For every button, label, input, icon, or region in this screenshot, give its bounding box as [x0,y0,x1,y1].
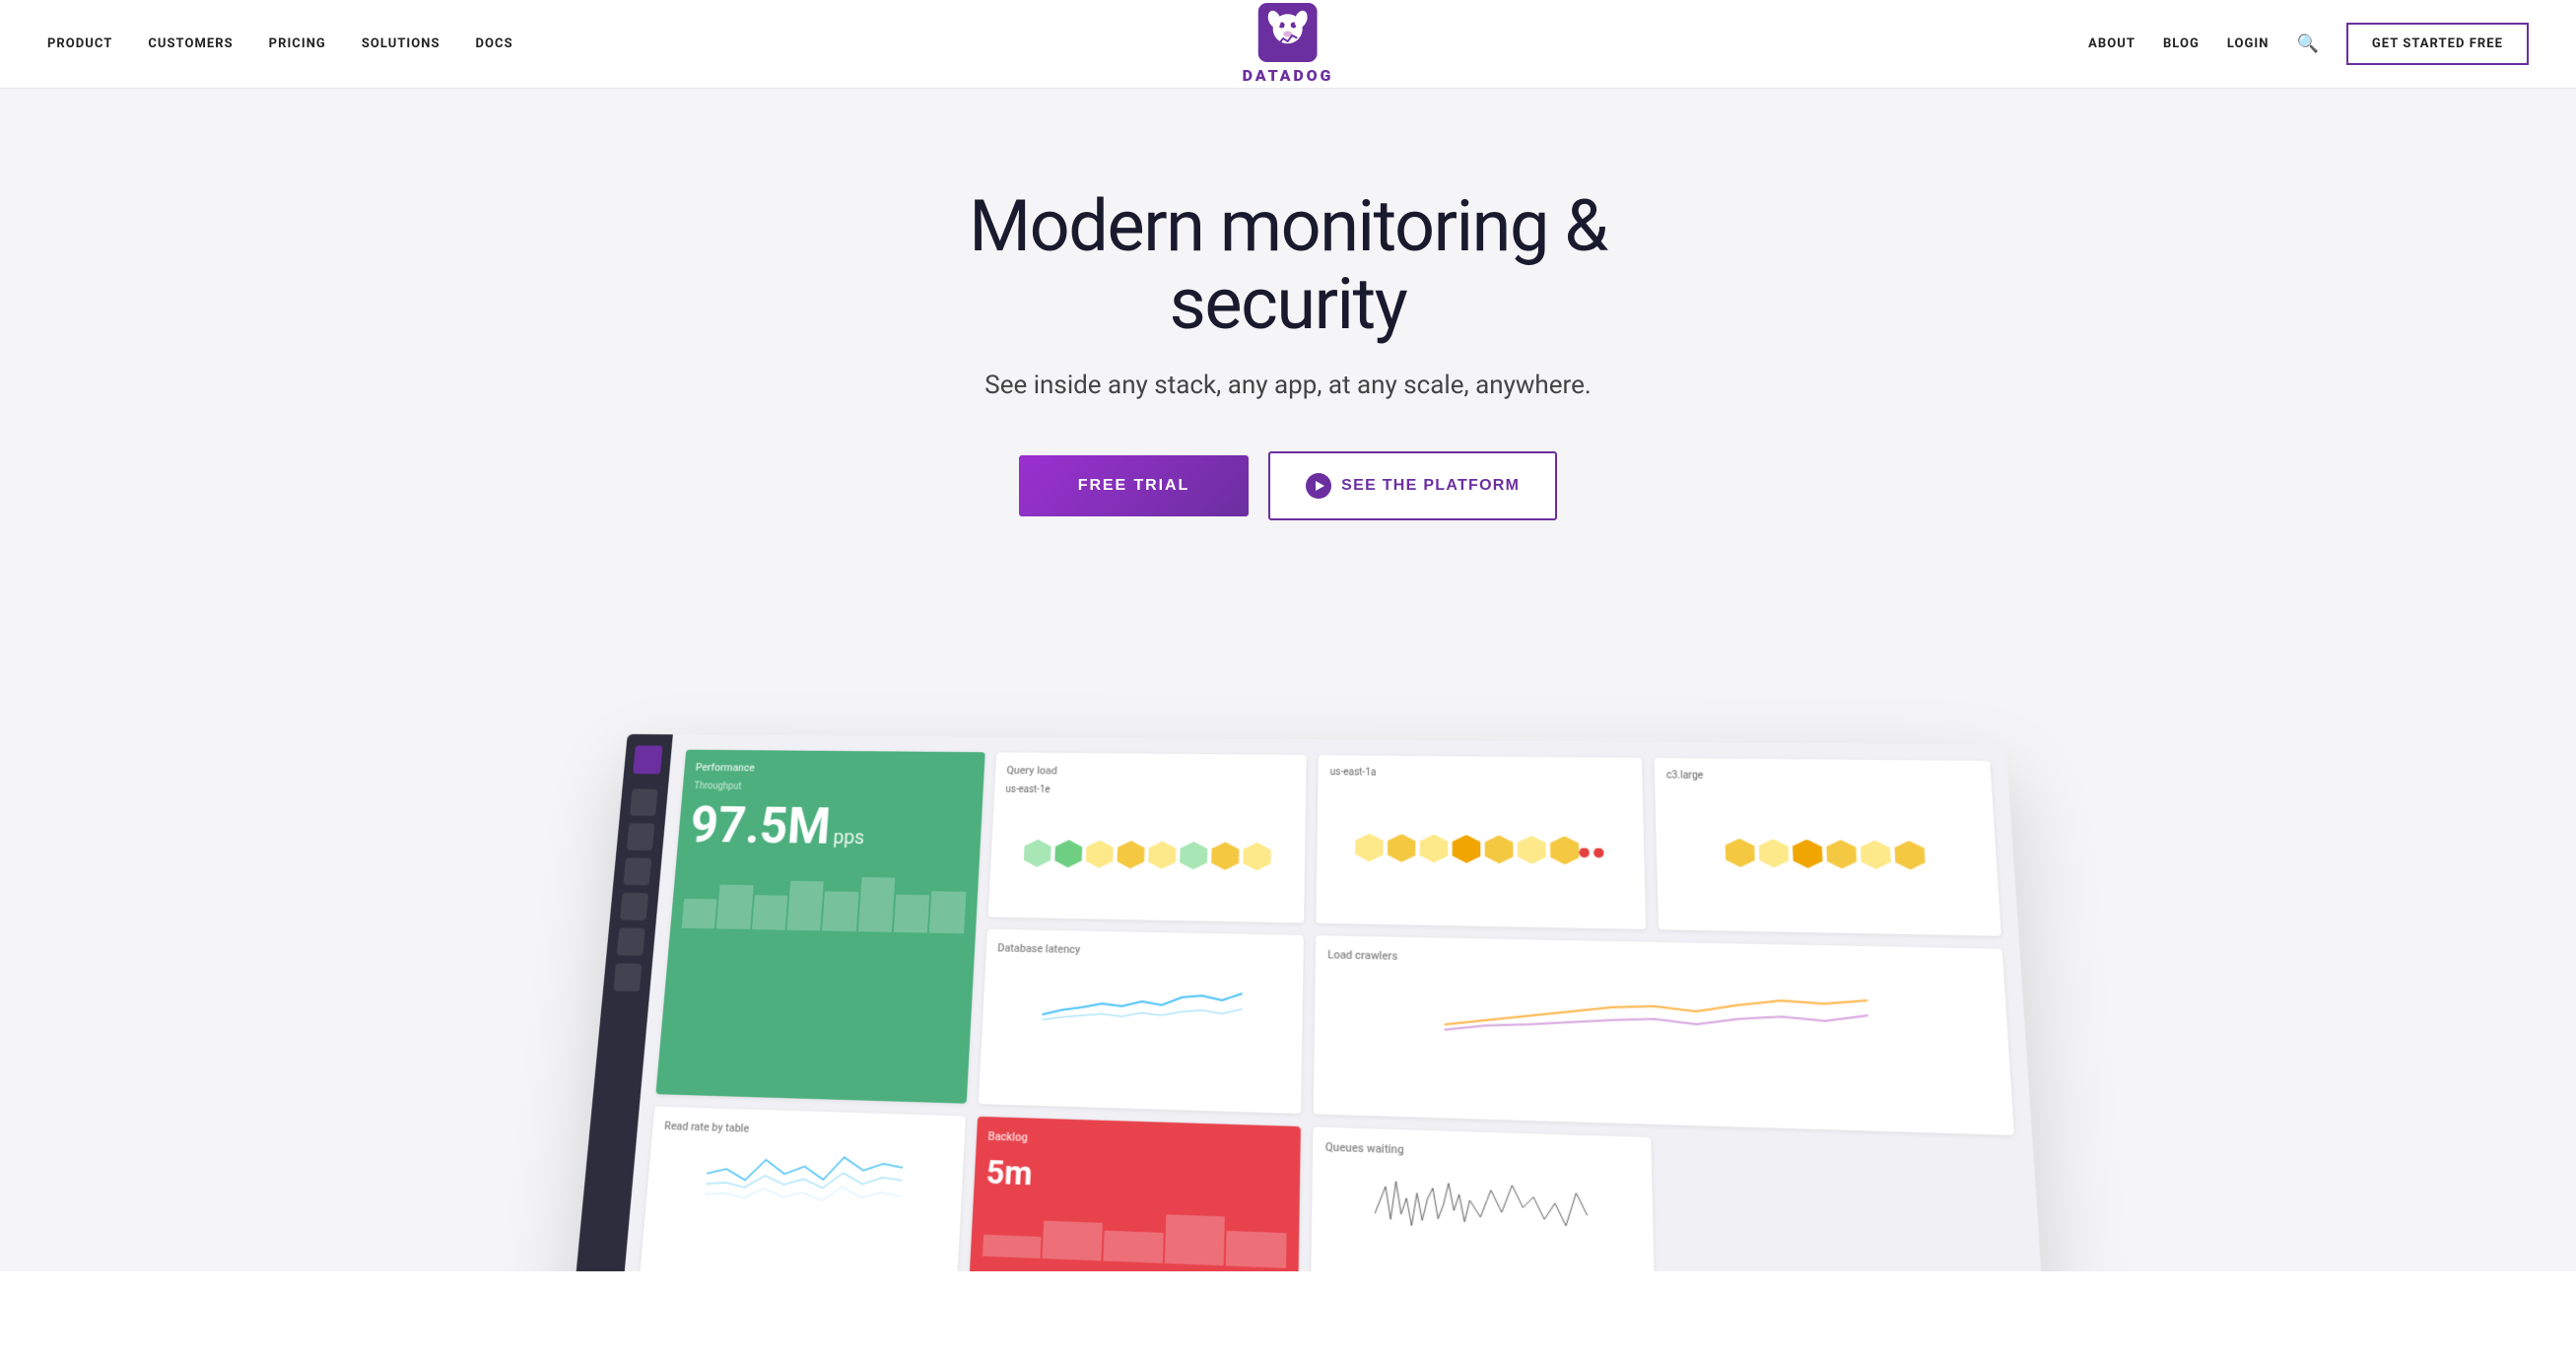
play-triangle [1316,481,1324,491]
performance-title: Performance [695,761,973,776]
hex-cell [1148,841,1177,869]
hex-cell [1725,839,1755,868]
hex-cell [1180,842,1208,870]
sidebar-icon-6 [613,963,642,991]
load-crawlers-card: Load crawlers [1314,935,2014,1135]
nav-solutions[interactable]: SOLUTIONS [362,36,441,51]
play-icon [1306,473,1331,499]
see-platform-button[interactable]: SEE THE PLATFORM [1268,451,1557,520]
nav-customers[interactable]: CUSTOMERS [148,36,233,51]
hex-cell [1054,840,1083,868]
alert-dot [1593,848,1604,858]
nav-product[interactable]: PRODUCT [47,36,112,51]
hex-cell [1211,842,1240,870]
region-label-2: us-east-1a [1330,767,1630,781]
sidebar-icon-4 [620,893,648,920]
hero-section: Modern monitoring & security See inside … [0,89,2576,1271]
nav-logo[interactable]: DATADOG [1243,3,1334,85]
hex-cell [1388,834,1416,862]
db-latency-title: Database latency [997,941,1291,961]
hero-title: Modern monitoring & security [845,187,1731,343]
backlog-card: Backlog 5m [966,1117,1301,1271]
nav-right: ABOUT BLOG LOGIN 🔍 GET STARTED FREE [2088,23,2529,65]
search-icon[interactable]: 🔍 [2296,34,2318,54]
hex-cell [1420,834,1449,862]
region-map-card-1: us-east-1a [1316,755,1645,929]
load-crawlers-chart [1325,970,2000,1122]
read-rate-title: Read rate by table [664,1120,953,1142]
region-map-card-2: c3.large [1654,758,2001,936]
hex-cell [1355,834,1384,862]
free-trial-button[interactable]: FREE TRIAL [1019,455,1249,516]
hex-cell [1117,841,1145,869]
hex-cell [1758,839,1789,868]
hex-cell [1485,835,1514,863]
query-load-title: Query load [1006,764,1294,780]
see-platform-label: SEE THE PLATFORM [1341,477,1520,495]
hexmap-3 [1666,787,1987,923]
sidebar-icon-5 [617,927,645,956]
nav-left: PRODUCT CUSTOMERS PRICING SOLUTIONS DOCS [47,36,513,51]
hexmap-1 [1000,801,1294,911]
nav-blog[interactable]: BLOG [2163,36,2200,51]
sidebar-icon-2 [627,823,655,851]
hex-cell [1243,843,1271,871]
nav-pricing[interactable]: PRICING [269,36,326,51]
hex-cell [1860,840,1891,869]
navbar: PRODUCT CUSTOMERS PRICING SOLUTIONS DOCS… [0,0,2576,89]
queues-waiting-card: Queues waiting [1310,1126,1656,1271]
nav-docs[interactable]: DOCS [476,36,513,51]
throughput-value: 97.5M pps [688,795,971,858]
dashboard-main: Performance Throughput 97.5M pps [619,734,2051,1271]
nav-about[interactable]: ABOUT [2088,36,2135,51]
hex-cell [1550,836,1580,864]
dashboard-container: Performance Throughput 97.5M pps [571,734,2051,1271]
hero-subtitle: See inside any stack, any app, at any sc… [984,371,1591,400]
hex-cell [1023,840,1051,867]
throughput-label: Throughput [694,781,972,794]
hero-buttons: FREE TRIAL SEE THE PLATFORM [1019,451,1558,520]
hex-cell [1894,841,1926,870]
hex-cell [1792,839,1822,868]
get-started-button[interactable]: GET STARTED FREE [2346,23,2529,65]
hex-cell [1518,836,1546,864]
performance-card: Performance Throughput 97.5M pps [655,750,984,1104]
db-latency-chart [990,963,1291,1101]
sidebar-icon-3 [623,857,651,885]
hex-cell [1826,840,1858,869]
alert-dot [1579,848,1590,857]
hex-cell [1085,840,1114,868]
read-rate-card: Read rate by table [636,1107,966,1271]
logo-text: DATADOG [1243,66,1334,85]
region-label-3: c3.large [1666,770,1979,783]
hex-cell [1453,835,1481,863]
query-load-card: Query load us-east-1e [987,752,1307,922]
queues-title: Queues waiting [1325,1140,1639,1165]
nav-login[interactable]: LOGIN [2227,36,2270,51]
database-latency-card: Database latency [978,929,1304,1114]
read-rate-chart [648,1140,952,1271]
queues-chart [1322,1163,1642,1271]
hexmap-2 [1328,783,1633,917]
region-label-1: us-east-1e [1005,784,1294,798]
backlog-title: Backlog [987,1129,1288,1153]
dashboard-mockup: Performance Throughput 97.5M pps [571,734,2051,1271]
sidebar-logo [633,745,662,774]
sidebar-icon-1 [630,788,658,815]
